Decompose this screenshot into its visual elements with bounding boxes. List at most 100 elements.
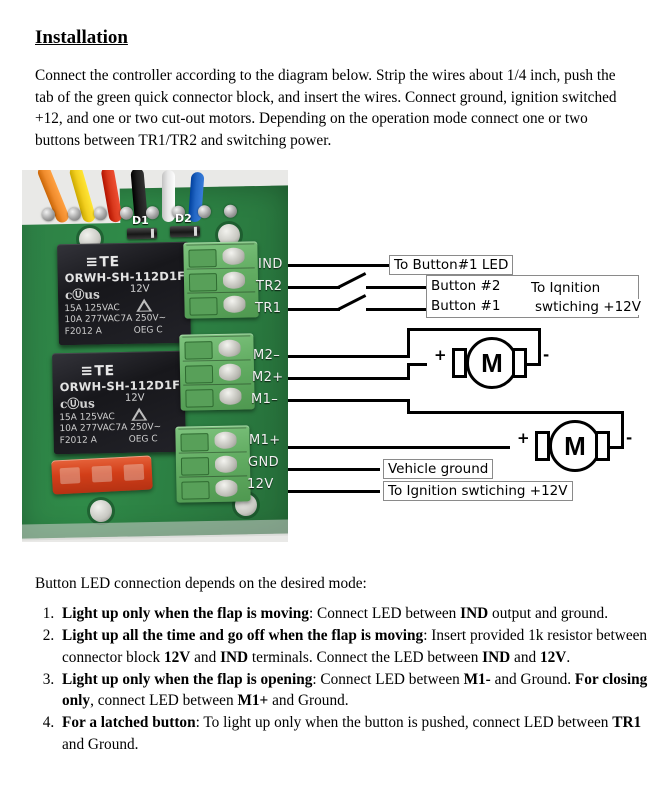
relay-1-ul-mark: cⓊus xyxy=(64,287,100,303)
mode-4-bold-1: For a latched button xyxy=(62,714,196,732)
mode-3-text-3: , connect LED between xyxy=(90,692,238,710)
blade-fuse xyxy=(51,455,153,495)
motor-2: M xyxy=(549,420,601,472)
mode-4-bold-2: TR1 xyxy=(612,714,642,732)
motor-1-plus-sign: + xyxy=(434,346,447,364)
terminal-label-m2-plus: M2+ xyxy=(252,370,284,385)
mode-2-text-3: terminals. Connect the LED between xyxy=(248,648,483,666)
mode-2-bold-1: Light up all the time and go off when th… xyxy=(62,627,424,645)
wire-gnd xyxy=(288,468,380,471)
terminal-label-tr1: TR1 xyxy=(255,301,282,316)
solder-pad xyxy=(93,207,108,221)
modes-leadin: Button LED connection depends on the des… xyxy=(35,575,367,592)
diode-d2-label: D2 xyxy=(175,212,192,225)
mode-3-bold-4: M1+ xyxy=(237,692,269,710)
list-item: Light up all the time and go off when th… xyxy=(58,625,653,668)
wire-m1-minus-riser2 xyxy=(621,411,624,449)
solder-pad xyxy=(197,205,212,219)
relay-1-rating-2: 10A 277VAC xyxy=(64,314,121,326)
relay-1-part-number: ORWH-SH-112D1F xyxy=(64,268,186,286)
terminal-block-1 xyxy=(183,241,259,319)
mode-2-bold-5: 12V xyxy=(539,648,567,666)
wire-tr2-left xyxy=(288,286,340,289)
relay-1-brand: TE xyxy=(85,252,119,271)
terminal-slot xyxy=(186,267,256,293)
mode-3-bold-1: Light up only when the flap is opening xyxy=(62,670,313,688)
list-item: For a latched button: To light up only w… xyxy=(58,712,653,755)
relay-1: TE ORWH-SH-112D1F cⓊus 12V 15A 125VAC 10… xyxy=(57,241,191,346)
mode-2-bold-3: IND xyxy=(220,648,249,666)
callout-buttons-box: Button #2 Button #1 To Iqnition swtichin… xyxy=(426,275,641,318)
wire-m2-plus xyxy=(288,377,410,380)
terminal-block-3 xyxy=(175,425,251,503)
terminal-slot xyxy=(187,291,256,317)
terminal-slot xyxy=(179,475,248,501)
wire-m1-minus-to-brush xyxy=(610,446,624,449)
terminal-slot xyxy=(182,359,252,385)
mode-3-text-4: and Ground. xyxy=(268,692,349,710)
wire-m2-minus-top xyxy=(407,328,541,331)
solder-pad xyxy=(67,207,82,221)
relay-1-rating-5: OEG C xyxy=(133,325,163,336)
motor-2-brush-positive xyxy=(535,431,550,461)
callout-vehicle-ground: Vehicle ground xyxy=(383,459,494,479)
callout-ind: To Button#1 LED xyxy=(389,255,514,275)
wire-m2-plus-to-brush xyxy=(407,363,427,366)
callout-ignition-line-2: swtiching +12V xyxy=(535,299,641,315)
mode-2-text-5: . xyxy=(566,648,571,666)
motor-2-brush-negative xyxy=(595,431,610,461)
solder-pad xyxy=(41,208,56,222)
motor-1-label: M xyxy=(481,348,503,378)
wire-m1-minus-run xyxy=(407,411,624,414)
relay-2-rating-4: 7A 250V~ xyxy=(115,422,162,434)
terminal-slot xyxy=(183,383,252,409)
motor-1-brush-positive xyxy=(452,348,467,378)
relay-1-rating-1: 15A 125VAC xyxy=(64,303,120,315)
mode-2-text-2: and xyxy=(190,648,221,666)
callout-ignition-12v: To Ignition swtiching +12V xyxy=(383,481,573,501)
wiring-diagram-figure: D1 D2 TE ORWH-SH-112D1F cⓊus 12V 15A 125… xyxy=(22,170,641,542)
relay-1-coil-voltage: 12V xyxy=(129,283,150,295)
wire-ind xyxy=(288,264,392,267)
relay-1-rating-3: F2012 A xyxy=(64,326,102,338)
mode-2-bold-4: IND xyxy=(482,648,511,666)
wire-m2-minus-drop xyxy=(538,328,541,366)
intro-paragraph: Connect the controller according to the … xyxy=(35,67,617,149)
mode-1-bold-1: Light up only when the flap is moving xyxy=(62,605,309,622)
list-item: Light up only when the flap is opening: … xyxy=(58,669,653,712)
terminal-block-2 xyxy=(179,333,255,411)
mode-3-text-1: : Connect LED between xyxy=(312,670,464,688)
wire-m2-minus-to-brush xyxy=(527,363,541,366)
list-item: Light up only when the flap is moving: C… xyxy=(58,603,653,624)
motor-2-label: M xyxy=(564,431,586,461)
terminal-slot xyxy=(178,427,247,453)
modes-list: Light up only when the flap is moving: C… xyxy=(35,603,653,756)
terminal-label-gnd: GND xyxy=(248,455,280,470)
terminal-slot xyxy=(186,243,255,269)
mode-2-bold-2: 12V xyxy=(163,648,191,666)
relay-2-brand: TE xyxy=(80,361,114,380)
wire-m1-plus xyxy=(288,446,510,449)
terminal-label-m2-minus: M2– xyxy=(253,348,281,363)
callout-button-2: Button #2 xyxy=(431,278,501,294)
motor-1-brush-negative xyxy=(512,348,527,378)
mode-1-text-1: : Connect LED between xyxy=(308,605,461,622)
wire-12v xyxy=(288,490,380,493)
relay-2-rating-1: 15A 125VAC xyxy=(59,412,115,424)
motor-2-plus-sign: + xyxy=(517,429,530,447)
wire-m2-minus xyxy=(288,355,410,358)
relay-2-rating-5: OEG C xyxy=(128,434,158,445)
relay-2-rating-2: 10A 277VAC xyxy=(59,423,116,435)
diode-d1-label: D1 xyxy=(132,214,149,227)
terminal-label-ind: IND xyxy=(258,257,283,272)
solder-pad xyxy=(223,204,238,218)
relay-2-warning-icon xyxy=(131,407,147,420)
pcb-photo: D1 D2 TE ORWH-SH-112D1F cⓊus 12V 15A 125… xyxy=(22,170,288,542)
terminal-label-m1-minus: M1– xyxy=(251,392,279,407)
mode-3-text-2: and Ground. xyxy=(490,670,575,688)
motor-1: M xyxy=(466,337,518,389)
relay-1-warning-icon xyxy=(136,298,152,311)
motor-1-minus-sign: - xyxy=(543,346,550,364)
mode-3-bold-2: M1- xyxy=(463,670,491,688)
callout-ignition-line-1: To Iqnition xyxy=(531,280,601,296)
